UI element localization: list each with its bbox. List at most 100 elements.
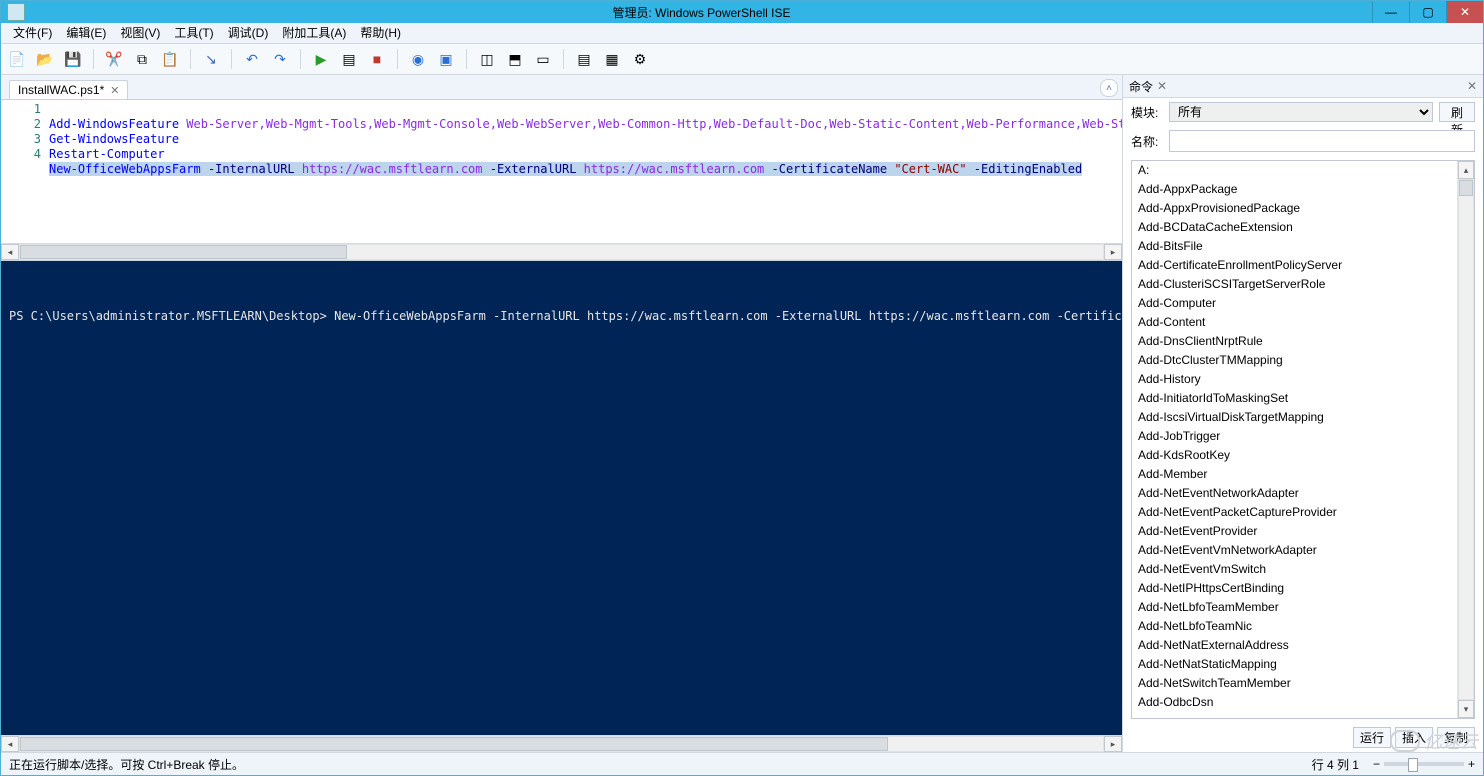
breakpoint-icon[interactable]: ◉ [406,47,430,71]
list-item[interactable]: Add-DtcClusterTMMapping [1132,351,1457,370]
panel-close-icon[interactable]: ✕ [1157,79,1167,93]
menu-t[interactable]: 工具(T) [168,23,219,43]
list-item[interactable]: Add-OdbcDsn [1132,693,1457,712]
menu-d[interactable]: 调试(D) [222,23,275,43]
run-selection-icon[interactable]: ▤ [337,47,361,71]
menu-bar: 文件(F)编辑(E)视图(V)工具(T)调试(D)附加工具(A)帮助(H) [1,23,1483,44]
layout-side-icon[interactable]: ◫ [475,47,499,71]
status-bar: 正在运行脚本/选择。可按 Ctrl+Break 停止。 行 4 列 1 − + [1,752,1483,775]
list-v-scrollbar[interactable]: ▴ ▾ [1457,161,1474,718]
editor-h-scrollbar[interactable]: ◂ ▸ [1,243,1122,260]
code-content[interactable]: Add-WindowsFeature Web-Server,Web-Mgmt-T… [49,100,1122,243]
redo-icon[interactable]: ↷ [268,47,292,71]
list-item[interactable]: Add-AppxPackage [1132,180,1457,199]
list-item[interactable]: A: [1132,161,1457,180]
menu-h[interactable]: 帮助(H) [354,23,407,43]
toolbar: 📄 📂 💾 ✂️ ⧉ 📋 ↘ ↶ ↷ ▶ ▤ ■ ◉ ▣ ◫ ⬒ ▭ ▤ ▦ ⚙ [1,44,1483,75]
zoom-in-icon[interactable]: + [1468,757,1475,771]
options-icon[interactable]: ⚙ [628,47,652,71]
run-button[interactable]: 运行 [1353,727,1391,748]
menu-a[interactable]: 附加工具(A) [276,23,352,43]
line-gutter: 1234 [1,100,49,243]
scroll-right-icon[interactable]: ▸ [1104,244,1122,260]
list-item[interactable]: Add-Content [1132,313,1457,332]
clear-icon[interactable]: ↘ [199,47,223,71]
list-item[interactable]: Add-Computer [1132,294,1457,313]
close-button[interactable]: ✕ [1446,1,1483,23]
scroll-left-icon[interactable]: ◂ [1,244,19,260]
list-item[interactable]: Add-NetEventVmSwitch [1132,560,1457,579]
module-label: 模块: [1131,104,1163,121]
list-item[interactable]: Add-NetNatExternalAddress [1132,636,1457,655]
list-item[interactable]: Add-InitiatorIdToMaskingSet [1132,389,1457,408]
separator [300,49,301,69]
show-addon-icon[interactable]: ▦ [600,47,624,71]
undo-icon[interactable]: ↶ [240,47,264,71]
maximize-button[interactable]: ▢ [1409,1,1446,23]
app-icon [7,3,25,21]
panel-title: 命令 [1129,78,1153,95]
name-input[interactable] [1169,130,1475,152]
commands-panel: 命令 ✕ ✕ 模块: 所有 刷新 名称: A:Add-AppxPackageAd… [1123,75,1483,752]
scroll-right-icon[interactable]: ▸ [1104,736,1122,752]
show-command-icon[interactable]: ▤ [572,47,596,71]
copy-button[interactable]: 复制 [1437,727,1475,748]
new-file-icon[interactable]: 📄 [5,47,29,71]
list-item[interactable]: Add-NetEventProvider [1132,522,1457,541]
menu-v[interactable]: 视图(V) [114,23,166,43]
list-item[interactable]: Add-BitsFile [1132,237,1457,256]
tab-installwac[interactable]: InstallWAC.ps1* ✕ [9,80,128,99]
list-item[interactable]: Add-BCDataCacheExtension [1132,218,1457,237]
list-item[interactable]: Add-NetSwitchTeamMember [1132,674,1457,693]
list-item[interactable]: Add-ClusteriSCSITargetServerRole [1132,275,1457,294]
scroll-up-icon[interactable]: ▴ [1458,161,1474,179]
list-item[interactable]: Add-NetEventVmNetworkAdapter [1132,541,1457,560]
zoom-out-icon[interactable]: − [1373,757,1380,771]
console-h-scrollbar[interactable]: ◂ ▸ [1,735,1122,752]
layout-full-icon[interactable]: ▭ [531,47,555,71]
panel-close-icon[interactable]: ✕ [1467,79,1477,93]
list-item[interactable]: Add-DnsClientNrptRule [1132,332,1457,351]
list-item[interactable]: Add-CertificateEnrollmentPolicyServer [1132,256,1457,275]
separator [466,49,467,69]
console-output[interactable]: PS C:\Users\administrator.MSFTLEARN\Desk… [1,261,1122,735]
open-file-icon[interactable]: 📂 [33,47,57,71]
refresh-button[interactable]: 刷新 [1439,102,1475,122]
cut-icon[interactable]: ✂️ [102,47,126,71]
window-title: 管理员: Windows PowerShell ISE [31,4,1372,21]
list-item[interactable]: Add-NetLbfoTeamMember [1132,598,1457,617]
list-item[interactable]: Add-NetLbfoTeamNic [1132,617,1457,636]
zoom-slider[interactable]: − + [1373,757,1475,771]
minimize-button[interactable]: — [1372,1,1409,23]
code-editor[interactable]: 1234 Add-WindowsFeature Web-Server,Web-M… [1,100,1122,243]
layout-top-icon[interactable]: ⬒ [503,47,527,71]
list-item[interactable]: Add-NetEventPacketCaptureProvider [1132,503,1457,522]
list-item[interactable]: Add-JobTrigger [1132,427,1457,446]
save-icon[interactable]: 💾 [61,47,85,71]
insert-button[interactable]: 插入 [1395,727,1433,748]
module-select[interactable]: 所有 [1169,102,1433,122]
name-label: 名称: [1131,133,1163,150]
tab-close-icon[interactable]: ✕ [110,84,119,97]
list-item[interactable]: Add-NetEventNetworkAdapter [1132,484,1457,503]
paste-icon[interactable]: 📋 [158,47,182,71]
list-item[interactable]: Add-NetNatStaticMapping [1132,655,1457,674]
list-item[interactable]: Add-KdsRootKey [1132,446,1457,465]
menu-f[interactable]: 文件(F) [7,23,58,43]
list-item[interactable]: Add-AppxProvisionedPackage [1132,199,1457,218]
remote-icon[interactable]: ▣ [434,47,458,71]
separator [231,49,232,69]
list-item[interactable]: Add-History [1132,370,1457,389]
scroll-left-icon[interactable]: ◂ [1,736,19,752]
scroll-down-icon[interactable]: ▾ [1458,700,1474,718]
stop-icon[interactable]: ■ [365,47,389,71]
list-item[interactable]: Add-IscsiVirtualDiskTargetMapping [1132,408,1457,427]
separator [397,49,398,69]
list-item[interactable]: Add-Member [1132,465,1457,484]
copy-icon[interactable]: ⧉ [130,47,154,71]
command-listbox[interactable]: A:Add-AppxPackageAdd-AppxProvisionedPack… [1132,161,1457,718]
run-script-icon[interactable]: ▶ [309,47,333,71]
list-item[interactable]: Add-NetIPHttpsCertBinding [1132,579,1457,598]
tab-scroll-icon[interactable]: ˄ [1100,79,1118,97]
menu-e[interactable]: 编辑(E) [60,23,112,43]
